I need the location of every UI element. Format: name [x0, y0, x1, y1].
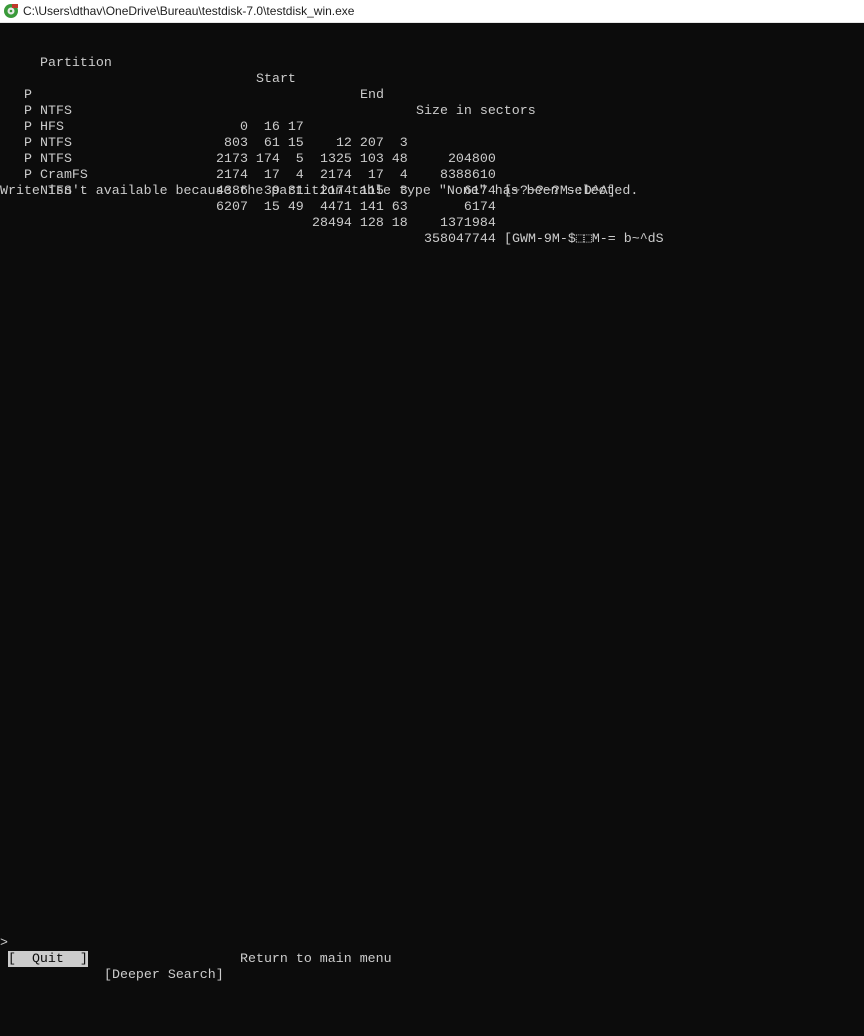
partition-row[interactable]: P NTFS 6207 15 49 28494 128 18 358047744: [0, 151, 496, 246]
status-message: Write isn't available because the partit…: [0, 183, 639, 198]
partition-type: NTFS: [40, 103, 72, 118]
partition-start: 6207 15 49: [216, 199, 304, 214]
partition-flag: P: [24, 167, 32, 182]
console-area: Partition Start End Size in sectors P NT…: [0, 23, 864, 1036]
partition-row[interactable]: P HFS 803 61 15 1325 103 48 8388610 [~?~…: [0, 87, 616, 198]
action-menu: > [ Quit ] [Deeper Search]: [0, 919, 224, 982]
header-partition: Partition: [40, 55, 112, 70]
menu-hint: Return to main menu: [0, 935, 392, 966]
partition-label: [GWM-9M-$⬚⬚M-= b~^dS: [504, 231, 664, 246]
window-title: C:\Users\dthav\OneDrive\Bureau\testdisk-…: [23, 4, 355, 18]
partition-table-header: Partition Start End Size in sectors: [0, 39, 536, 118]
partition-type: CramFS: [40, 167, 88, 182]
testdisk-app-icon: [3, 3, 19, 19]
partition-row[interactable]: P NTFS 0 16 17 12 207 3 204800: [0, 71, 496, 166]
partition-end: 12 207 3: [312, 135, 408, 150]
partition-type: NTFS: [40, 151, 72, 166]
partition-type: HFS: [40, 119, 64, 134]
menu-hint-text: Return to main menu: [240, 951, 392, 966]
partition-end: 1325 103 48: [312, 151, 408, 166]
partition-row[interactable]: P NTFS 2173 174 5 2174 17 4 6174: [0, 103, 496, 198]
partition-size: 6174: [424, 199, 496, 214]
partition-end: 28494 128 18: [312, 215, 408, 230]
partition-size: 1371984: [424, 215, 496, 230]
partition-size: 8388610: [424, 167, 496, 182]
deeper-search-button[interactable]: [Deeper Search]: [104, 967, 224, 983]
partition-start: 803 61 15: [216, 135, 304, 150]
partition-row[interactable]: P CramFS 4386 39 31 4471 141 63 1371984 …: [0, 135, 664, 246]
partition-end: 2174 17 4: [312, 167, 408, 182]
partition-size: 358047744: [424, 231, 496, 246]
header-end: End: [360, 87, 384, 102]
partition-start: 2173 174 5: [216, 151, 304, 166]
partition-row[interactable]: P NTFS 2174 17 4 2174 115 3 6174: [0, 119, 496, 214]
header-size: Size in sectors: [416, 103, 536, 118]
partition-end: 4471 141 63: [312, 199, 408, 214]
window-title-bar: C:\Users\dthav\OneDrive\Bureau\testdisk-…: [0, 0, 864, 23]
partition-start: 0 16 17: [216, 119, 304, 134]
partition-type: NTFS: [40, 135, 72, 150]
partition-size: 204800: [424, 151, 496, 166]
header-start: Start: [256, 71, 296, 86]
partition-start: 2174 17 4: [216, 167, 304, 182]
